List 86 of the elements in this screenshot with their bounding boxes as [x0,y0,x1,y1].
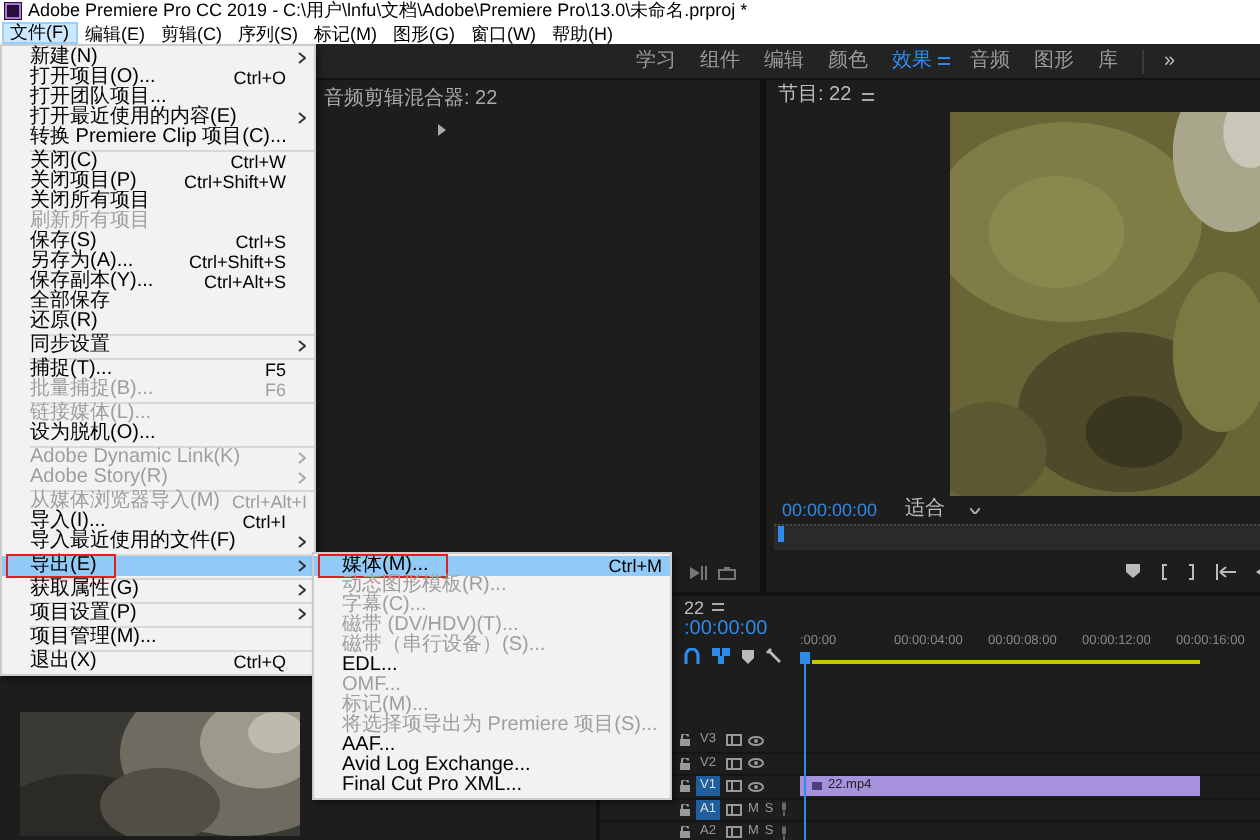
lock-icon [680,803,690,816]
menu-item[interactable]: 关闭所有项目 [2,192,314,212]
menu-item[interactable]: 另存为(A)... Ctrl+Shift+S [2,252,314,272]
workspace-tab[interactable]: 颜色 [816,49,880,73]
workspace-tab[interactable]: 效果 [880,49,938,73]
eye-icon [748,735,764,746]
timecode[interactable]: :00:00:00 [684,618,800,642]
lock-icon [680,757,690,770]
magnet-icon[interactable] [684,648,700,664]
panel-title: 音频剪辑混合器: 22 [324,88,498,112]
workspace-tab[interactable]: 图形 [1022,49,1086,73]
menu-item[interactable]: 打开最近使用的内容(E) [2,108,314,128]
film-icon [726,757,742,770]
chevron-right-icon [298,340,306,352]
workspace-tab[interactable]: 学习 [624,49,688,73]
mark-in-icon[interactable] [1160,563,1168,579]
eye-icon [748,781,764,792]
menu-item[interactable]: 保存(S) Ctrl+S [2,232,314,252]
menu-item[interactable]: 捕捉(T)... F5 [2,360,314,380]
menu-item[interactable]: 同步设置 [2,336,314,356]
menu-item[interactable]: 设为脱机(O)... [2,424,314,444]
expand-icon[interactable] [438,124,446,136]
eye-icon [748,758,764,769]
workspace-tab[interactable]: 编辑 [752,49,816,73]
lock-icon [680,780,690,793]
workspace-tab[interactable]: 组件 [688,49,752,73]
film-icon [726,780,742,793]
lock-icon [680,826,690,839]
overflow-button[interactable]: » [1144,49,1176,73]
clip-icon [812,782,822,790]
caret-down-icon [969,507,980,513]
menu-item[interactable]: 关闭项目(P) Ctrl+Shift+W [2,172,314,192]
menu-item[interactable]: 退出(X) Ctrl+Q [2,652,314,672]
panel-title: 22 [684,597,705,617]
menu-bar-item[interactable]: 文件(F) [2,22,77,44]
menu-item[interactable]: Avid Log Exchange... [314,756,670,776]
menu-item[interactable]: 项目管理(M)... [2,628,314,648]
marker-icon[interactable] [1126,564,1140,578]
menu-bar-item[interactable]: 帮助(H) [544,22,621,44]
mark-out-icon[interactable] [1188,563,1196,579]
film-icon [726,803,742,816]
menu-icon [938,56,950,66]
go-to-in-icon[interactable] [1216,563,1236,579]
wrench-icon[interactable] [766,648,782,664]
menu-item[interactable]: EDL... [314,656,670,676]
lock-icon [680,734,690,747]
menu-bar-item[interactable]: 图形(G) [385,22,463,44]
app-icon [4,2,22,20]
timecode[interactable]: 00:00:00:00 [782,500,878,520]
menu-bar-item[interactable]: 标记(M) [306,22,385,44]
chevron-right-icon [298,112,306,124]
menu-icon[interactable] [712,602,725,612]
menu-item[interactable]: 还原(R) [2,312,314,332]
menu-bar-item[interactable]: 序列(S) [230,22,306,44]
menu-item[interactable]: 全部保存 [2,292,314,312]
menu-item[interactable]: 获取属性(G) [2,580,314,600]
menu-item[interactable]: AAF... [314,736,670,756]
film-icon [726,734,742,747]
zoom-dropdown[interactable]: 适合 [905,498,980,522]
menu-item[interactable]: 关闭(C) Ctrl+W [2,152,314,172]
microphone-icon [779,802,788,817]
camera-icon[interactable] [718,566,736,580]
workspace-tab[interactable]: 库 [1086,49,1130,73]
playhead[interactable] [800,652,810,840]
menu-item[interactable]: 导入最近使用的文件(F) [2,532,314,552]
link-icon[interactable] [712,648,730,664]
menu-item[interactable]: Final Cut Pro XML... [314,776,670,796]
menu-item[interactable]: 项目设置(P) [2,604,314,624]
menu-bar-item[interactable]: 剪辑(C) [153,22,230,44]
marker-icon[interactable] [742,649,754,663]
menu-item[interactable]: 导入(I)... Ctrl+I [2,512,314,532]
menu-item[interactable]: 打开团队项目... [2,88,314,108]
chevron-right-icon [298,52,306,64]
workspace-tab[interactable]: 音频 [958,49,1022,73]
menu-item[interactable]: 保存副本(Y)... Ctrl+Alt+S [2,272,314,292]
film-icon [726,826,742,839]
panel-title: 节目: 22 [778,84,852,108]
menu-bar-item[interactable]: 窗口(W) [463,22,544,44]
window-title: Adobe Premiere Pro CC 2019 - C:\用户\lnfu\文档\Adobe\Premiere Pro\13.0\未命名.prproj * [28,0,748,22]
menu-item[interactable]: 转换 Premiere Clip 项目(C)... [2,128,314,148]
menu-item[interactable]: 打开项目(O)... Ctrl+O [2,68,314,88]
menu-item[interactable]: 新建(N) [2,48,314,68]
microphone-icon [779,825,788,840]
insert-icon[interactable] [690,566,708,580]
menu-bar-item[interactable]: 编辑(E) [77,22,153,44]
menu-icon[interactable] [861,91,874,101]
